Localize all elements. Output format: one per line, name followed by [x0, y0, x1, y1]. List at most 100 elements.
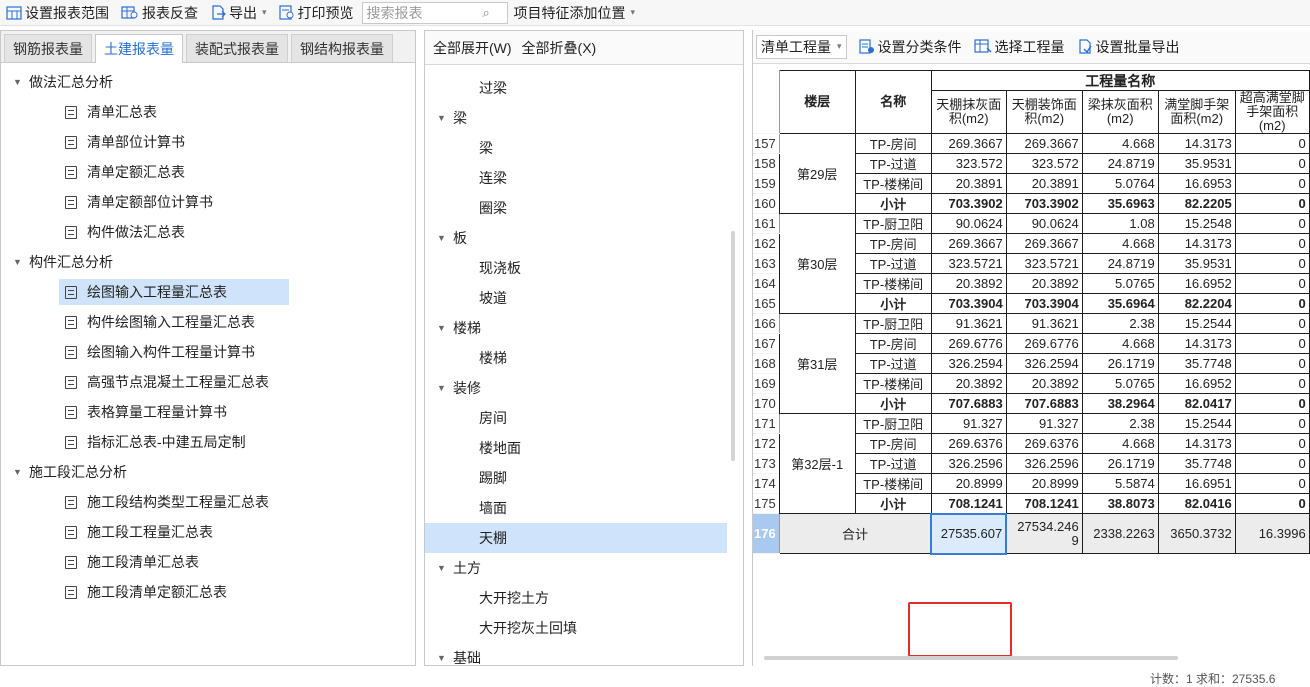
tree-item-content[interactable]: 构件绘图输入工程量汇总表: [59, 309, 261, 335]
quantity-cell[interactable]: 326.2596: [1005, 453, 1083, 474]
component-item[interactable]: 大开挖土方: [425, 583, 743, 613]
component-group[interactable]: ▼ 板: [425, 223, 743, 253]
component-item[interactable]: 梁: [425, 133, 743, 163]
quantity-cell[interactable]: 35.7748: [1157, 453, 1236, 474]
quantity-cell[interactable]: 20.3891: [930, 173, 1007, 194]
tree-item[interactable]: 施工段工程量汇总表: [1, 517, 415, 547]
row-number[interactable]: 159: [753, 173, 780, 194]
quantity-cell[interactable]: 0: [1234, 473, 1310, 494]
name-cell[interactable]: TP-过道: [854, 353, 932, 374]
name-cell[interactable]: TP-楼梯间: [854, 373, 932, 394]
row-number[interactable]: 165: [753, 293, 780, 314]
tree-item[interactable]: 绘图输入工程量汇总表: [1, 277, 415, 307]
quantity-type-select[interactable]: 清单工程量 ▾: [756, 34, 847, 59]
export-button[interactable]: 导出 ▾: [204, 1, 273, 25]
total-cell[interactable]: 2338.2263: [1081, 513, 1159, 554]
row-number[interactable]: 167: [753, 333, 780, 354]
tree-item-content[interactable]: 绘图输入工程量汇总表: [59, 279, 289, 305]
component-group[interactable]: ▼ 梁: [425, 103, 743, 133]
quantity-cell[interactable]: 4.668: [1081, 233, 1159, 254]
quantity-cell[interactable]: 5.0765: [1081, 273, 1159, 294]
vertical-scrollbar[interactable]: [731, 231, 735, 461]
tree-item-content[interactable]: 施工段工程量汇总表: [59, 519, 219, 545]
quantity-cell[interactable]: 82.0417: [1157, 393, 1236, 414]
component-group[interactable]: ▼ 基础: [425, 643, 743, 665]
name-cell[interactable]: TP-过道: [854, 453, 932, 474]
collapse-triangle-icon[interactable]: ▼: [437, 323, 446, 333]
quantity-cell[interactable]: 5.5874: [1081, 473, 1159, 494]
quantity-cell[interactable]: 14.3173: [1157, 133, 1236, 154]
name-cell[interactable]: TP-过道: [854, 253, 932, 274]
quantity-cell[interactable]: 82.2204: [1157, 293, 1236, 314]
quantity-cell[interactable]: 20.3892: [930, 373, 1007, 394]
quantity-cell[interactable]: 0: [1234, 493, 1310, 514]
quantity-cell[interactable]: 0: [1234, 353, 1310, 374]
tree-item[interactable]: 构件绘图输入工程量汇总表: [1, 307, 415, 337]
component-item[interactable]: 楼地面: [425, 433, 743, 463]
quantity-cell[interactable]: 0: [1234, 293, 1310, 314]
quantity-cell[interactable]: 20.3892: [1005, 373, 1083, 394]
tree-item-content[interactable]: 绘图输入构件工程量计算书: [59, 339, 261, 365]
set-range-button[interactable]: 设置报表范围: [0, 1, 115, 25]
row-number[interactable]: 169: [753, 373, 780, 394]
tree-group[interactable]: ▼ 施工段汇总分析: [1, 457, 415, 487]
quantity-cell[interactable]: 20.3892: [930, 273, 1007, 294]
quantity-column-header[interactable]: 超高满堂脚手架面积(m2): [1234, 90, 1310, 134]
quantity-cell[interactable]: 0: [1234, 333, 1310, 354]
quantity-cell[interactable]: 0: [1234, 173, 1310, 194]
tree-item[interactable]: 施工段结构类型工程量汇总表: [1, 487, 415, 517]
quantity-cell[interactable]: 323.572: [1005, 153, 1083, 174]
quantity-column-header[interactable]: 天棚抹灰面积(m2): [930, 90, 1007, 134]
tree-item[interactable]: 高强节点混凝土工程量汇总表: [1, 367, 415, 397]
quantity-cell[interactable]: 0: [1234, 393, 1310, 414]
collapse-triangle-icon[interactable]: ▼: [437, 233, 446, 243]
quantity-cell[interactable]: 326.2594: [930, 353, 1007, 374]
collapse-triangle-icon[interactable]: ▼: [437, 383, 446, 393]
tree-group[interactable]: ▼ 构件汇总分析: [1, 247, 415, 277]
quantity-cell[interactable]: 1.08: [1081, 213, 1159, 234]
total-cell[interactable]: 16.3996: [1234, 513, 1310, 554]
collapse-triangle-icon[interactable]: ▼: [437, 113, 446, 123]
component-group[interactable]: ▼ 楼梯: [425, 313, 743, 343]
total-cell[interactable]: 27534.2469: [1005, 513, 1083, 554]
quantity-cell[interactable]: 35.9531: [1157, 153, 1236, 174]
horizontal-scrollbar[interactable]: [764, 656, 1178, 660]
tree-item[interactable]: 清单汇总表: [1, 97, 415, 127]
quantity-cell[interactable]: 16.6951: [1157, 473, 1236, 494]
quantity-cell[interactable]: 4.668: [1081, 133, 1159, 154]
quantity-cell[interactable]: 269.6776: [930, 333, 1007, 354]
quantity-cell[interactable]: 0: [1234, 433, 1310, 454]
quantity-cell[interactable]: 0: [1234, 413, 1310, 434]
quantity-cell[interactable]: 0: [1234, 153, 1310, 174]
tree-item-content[interactable]: 清单定额汇总表: [59, 159, 191, 185]
quantity-cell[interactable]: 20.3891: [1005, 173, 1083, 194]
tree-item-content[interactable]: 施工段清单定额汇总表: [59, 579, 233, 605]
quantity-cell[interactable]: 0: [1234, 453, 1310, 474]
name-cell[interactable]: TP-厨卫阳: [854, 313, 932, 334]
floor-cell[interactable]: 第29层: [778, 133, 856, 214]
name-cell[interactable]: TP-过道: [854, 153, 932, 174]
quantity-cell[interactable]: 0: [1234, 133, 1310, 154]
row-number[interactable]: 176: [753, 513, 780, 554]
name-cell[interactable]: TP-房间: [854, 433, 932, 454]
quantity-cell[interactable]: 326.2594: [1005, 353, 1083, 374]
quantity-cell[interactable]: 708.1241: [1005, 493, 1083, 514]
quantity-column-header[interactable]: 满堂脚手架面积(m2): [1157, 90, 1236, 134]
name-cell[interactable]: 小计: [854, 193, 932, 214]
tab-prefab-report[interactable]: 装配式报表量: [186, 34, 288, 62]
floor-cell[interactable]: 第31层: [778, 313, 856, 414]
tree-item-content[interactable]: 施工段清单汇总表: [59, 549, 205, 575]
quantity-cell[interactable]: 0: [1234, 373, 1310, 394]
tree-item-content[interactable]: 清单定额部位计算书: [59, 189, 219, 215]
row-number[interactable]: 162: [753, 233, 780, 254]
quantity-cell[interactable]: 703.3902: [930, 193, 1007, 214]
quantity-cell[interactable]: 24.8719: [1081, 253, 1159, 274]
quantity-cell[interactable]: 15.2544: [1157, 413, 1236, 434]
tree-item[interactable]: 施工段清单定额汇总表: [1, 577, 415, 607]
tree-item-content[interactable]: 表格算量工程量计算书: [59, 399, 233, 425]
tree-item[interactable]: 表格算量工程量计算书: [1, 397, 415, 427]
quantity-cell[interactable]: 15.2548: [1157, 213, 1236, 234]
tree-item-content[interactable]: 构件做法汇总表: [59, 219, 191, 245]
quantity-cell[interactable]: 90.0624: [1005, 213, 1083, 234]
name-cell[interactable]: TP-房间: [854, 233, 932, 254]
